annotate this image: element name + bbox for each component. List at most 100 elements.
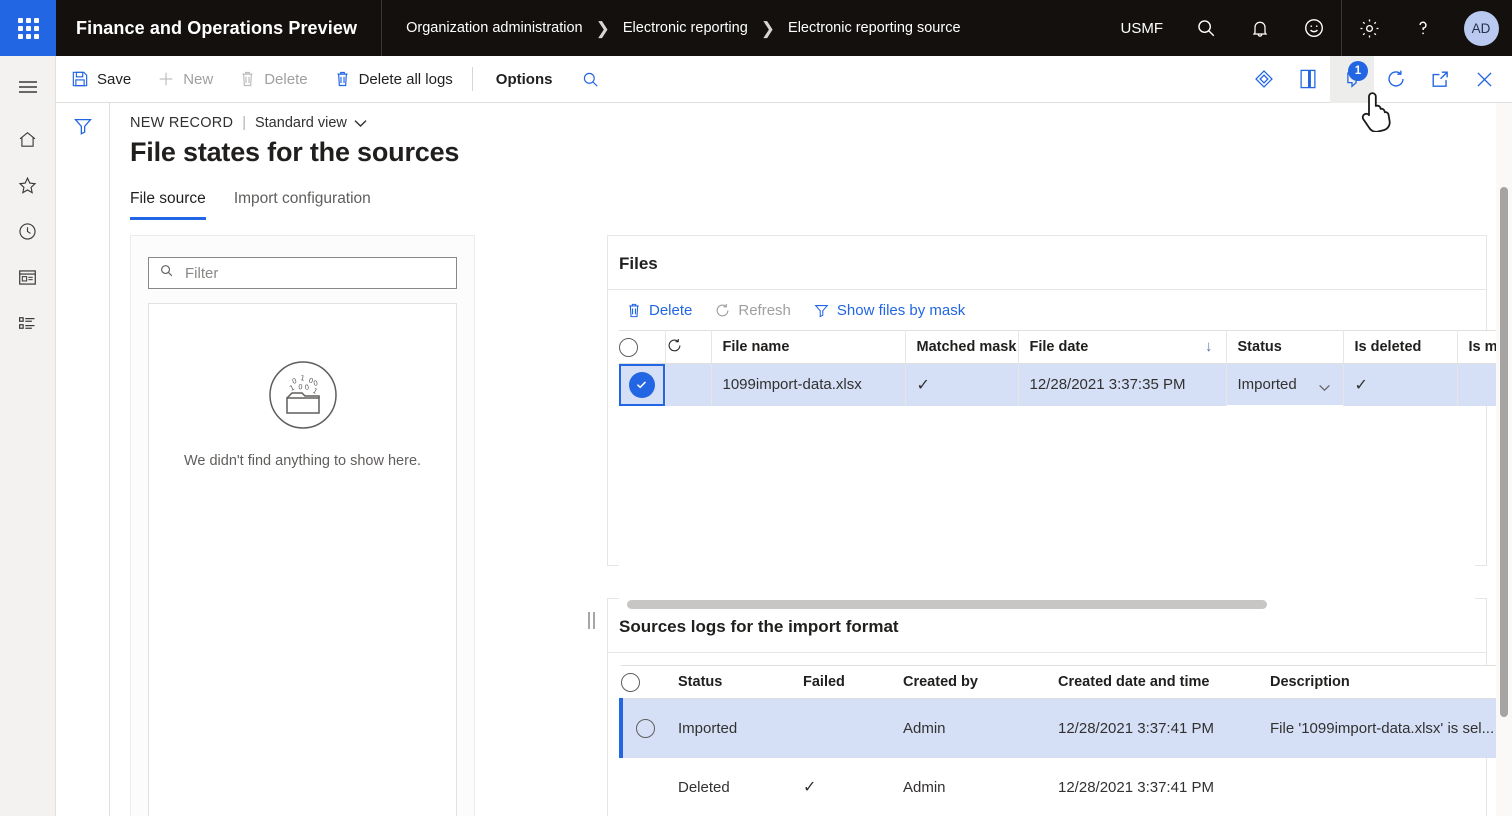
view-selector-label: Standard view [255, 115, 347, 131]
chevron-down-icon[interactable] [1318, 379, 1331, 396]
logs-cell-created-date[interactable]: 12/28/2021 3:37:41 PM [1047, 699, 1259, 758]
logs-col-status[interactable]: Status [667, 666, 792, 699]
options-button[interactable]: Options [485, 59, 564, 99]
filter-pane-rail [56, 103, 110, 816]
help-question-icon[interactable] [1396, 0, 1450, 56]
files-refresh-button[interactable]: Refresh [706, 294, 799, 326]
avatar[interactable]: AD [1450, 0, 1512, 56]
check-icon: ✓ [803, 779, 816, 796]
notifications-bell-icon[interactable] [1233, 0, 1287, 56]
hamburger-menu-icon[interactable] [0, 64, 56, 110]
logs-cell-description[interactable]: File '1099import-data.xlsx' is sel... [1259, 699, 1512, 758]
table-row[interactable]: Imported Admin 12/28/2021 3:37:41 PM Fil… [621, 699, 1512, 758]
files-select-all-header[interactable] [619, 331, 665, 364]
show-files-by-mask-label: Show files by mask [837, 302, 965, 319]
row-selected-check-icon[interactable] [629, 372, 655, 398]
app-title: Finance and Operations Preview [56, 18, 381, 39]
home-icon[interactable] [0, 116, 56, 162]
favorites-star-icon[interactable] [0, 162, 56, 208]
logs-col-description[interactable]: Description [1259, 666, 1512, 699]
files-row-select-cell[interactable] [619, 364, 665, 406]
tab-import-configuration[interactable]: Import configuration [234, 190, 371, 220]
show-files-by-mask-button[interactable]: Show files by mask [805, 294, 973, 326]
application-window: Finance and Operations Preview Organizat… [0, 0, 1512, 816]
workspaces-icon[interactable] [0, 254, 56, 300]
pane-splitter-handle[interactable] [583, 605, 599, 635]
logs-row-select-cell[interactable] [621, 699, 667, 758]
table-row[interactable]: Deleted ✓ Admin 12/28/2021 3:37:41 PM [621, 758, 1512, 816]
app-launcher-icon[interactable] [0, 0, 56, 56]
logs-cell-created-date[interactable]: 12/28/2021 3:37:41 PM [1047, 758, 1259, 816]
save-button[interactable]: Save [60, 59, 142, 99]
breadcrumb-item-2[interactable]: Electronic reporting [623, 20, 748, 36]
company-selector[interactable]: USMF [1105, 20, 1180, 37]
files-col-file-date[interactable]: File date ↓ [1018, 331, 1226, 364]
page-title: File states for the sources [130, 137, 1512, 168]
filter-input-wrapper[interactable] [148, 257, 457, 289]
files-horizontal-scrollbar[interactable] [627, 600, 1267, 609]
filter-funnel-icon[interactable] [72, 115, 94, 816]
files-grid-header-row: File name Matched mask File date ↓ Statu… [619, 331, 1512, 364]
files-cell-status[interactable]: Imported [1226, 364, 1343, 406]
files-cell-matched-mask[interactable]: ✓ [905, 364, 1018, 406]
logs-cell-created-by[interactable]: Admin [892, 758, 1047, 816]
open-in-new-window-icon[interactable] [1418, 56, 1462, 103]
tab-file-source[interactable]: File source [130, 190, 206, 220]
files-cell-is-deleted[interactable]: ✓ [1343, 364, 1457, 406]
select-all-radio-icon[interactable] [621, 673, 640, 692]
logs-cell-created-by[interactable]: Admin [892, 699, 1047, 758]
files-cell-file-date[interactable]: 12/28/2021 3:37:35 PM [1018, 364, 1226, 406]
save-label: Save [97, 71, 131, 88]
search-icon[interactable] [569, 59, 611, 99]
recent-clock-icon[interactable] [0, 208, 56, 254]
save-disk-icon [71, 70, 89, 88]
files-cell-file-name[interactable]: 1099import-data.xlsx [711, 364, 905, 406]
attachments-diamond-icon[interactable] [1242, 56, 1286, 103]
empty-folder-icon: 0 1 0 0 1 0 0 1 [268, 360, 338, 435]
refresh-icon [714, 302, 731, 319]
close-icon[interactable] [1462, 56, 1506, 103]
logs-select-all-header[interactable] [621, 666, 667, 699]
trash-icon [334, 70, 351, 88]
files-horizontal-scrollbar-track [619, 594, 1475, 616]
modules-list-icon[interactable] [0, 300, 56, 346]
logs-cell-failed[interactable]: ✓ [792, 758, 892, 816]
divider [472, 67, 473, 91]
delete-all-logs-button[interactable]: Delete all logs [323, 59, 464, 99]
search-icon [159, 263, 174, 283]
table-row[interactable]: 1099import-data.xlsx ✓ 12/28/2021 3:37:3… [619, 364, 1512, 406]
select-all-radio-icon[interactable] [619, 338, 638, 357]
files-col-is-deleted[interactable]: Is deleted [1343, 331, 1457, 364]
delete-button[interactable]: Delete [228, 59, 318, 99]
view-selector[interactable]: Standard view [255, 115, 367, 131]
files-col-file-name[interactable]: File name [711, 331, 905, 364]
logs-row-select-cell[interactable] [621, 758, 667, 816]
logs-col-created-date[interactable]: Created date and time [1047, 666, 1259, 699]
breadcrumb-item-1[interactable]: Organization administration [406, 20, 583, 36]
files-col-status[interactable]: Status [1226, 331, 1343, 364]
filter-input[interactable] [183, 264, 446, 283]
files-row-refresh-header[interactable] [665, 331, 711, 364]
row-select-radio-icon[interactable] [636, 719, 655, 738]
options-label: Options [496, 71, 553, 88]
settings-gear-icon[interactable] [1342, 0, 1396, 56]
logs-cell-description[interactable] [1259, 758, 1512, 816]
search-icon[interactable] [1179, 0, 1233, 56]
logs-cell-status[interactable]: Deleted [667, 758, 792, 816]
office-app-icon[interactable] [1286, 56, 1330, 103]
delete-all-logs-label: Delete all logs [359, 71, 453, 88]
messages-icon[interactable]: 1 [1330, 56, 1374, 103]
logs-cell-failed[interactable] [792, 699, 892, 758]
logs-col-failed[interactable]: Failed [792, 666, 892, 699]
feedback-smiley-icon[interactable] [1287, 0, 1341, 56]
files-col-matched-mask[interactable]: Matched mask [905, 331, 1018, 364]
logs-cell-status[interactable]: Imported [667, 699, 792, 758]
record-caption: NEW RECORD | Standard view [130, 115, 1512, 131]
new-button[interactable]: New [146, 59, 224, 99]
files-card-title: Files [608, 236, 1486, 274]
logs-col-created-by[interactable]: Created by [892, 666, 1047, 699]
files-delete-button[interactable]: Delete [618, 294, 700, 326]
page-vertical-scrollbar[interactable] [1500, 187, 1508, 717]
breadcrumb-item-3[interactable]: Electronic reporting source [788, 20, 960, 36]
refresh-icon[interactable] [1374, 56, 1418, 103]
